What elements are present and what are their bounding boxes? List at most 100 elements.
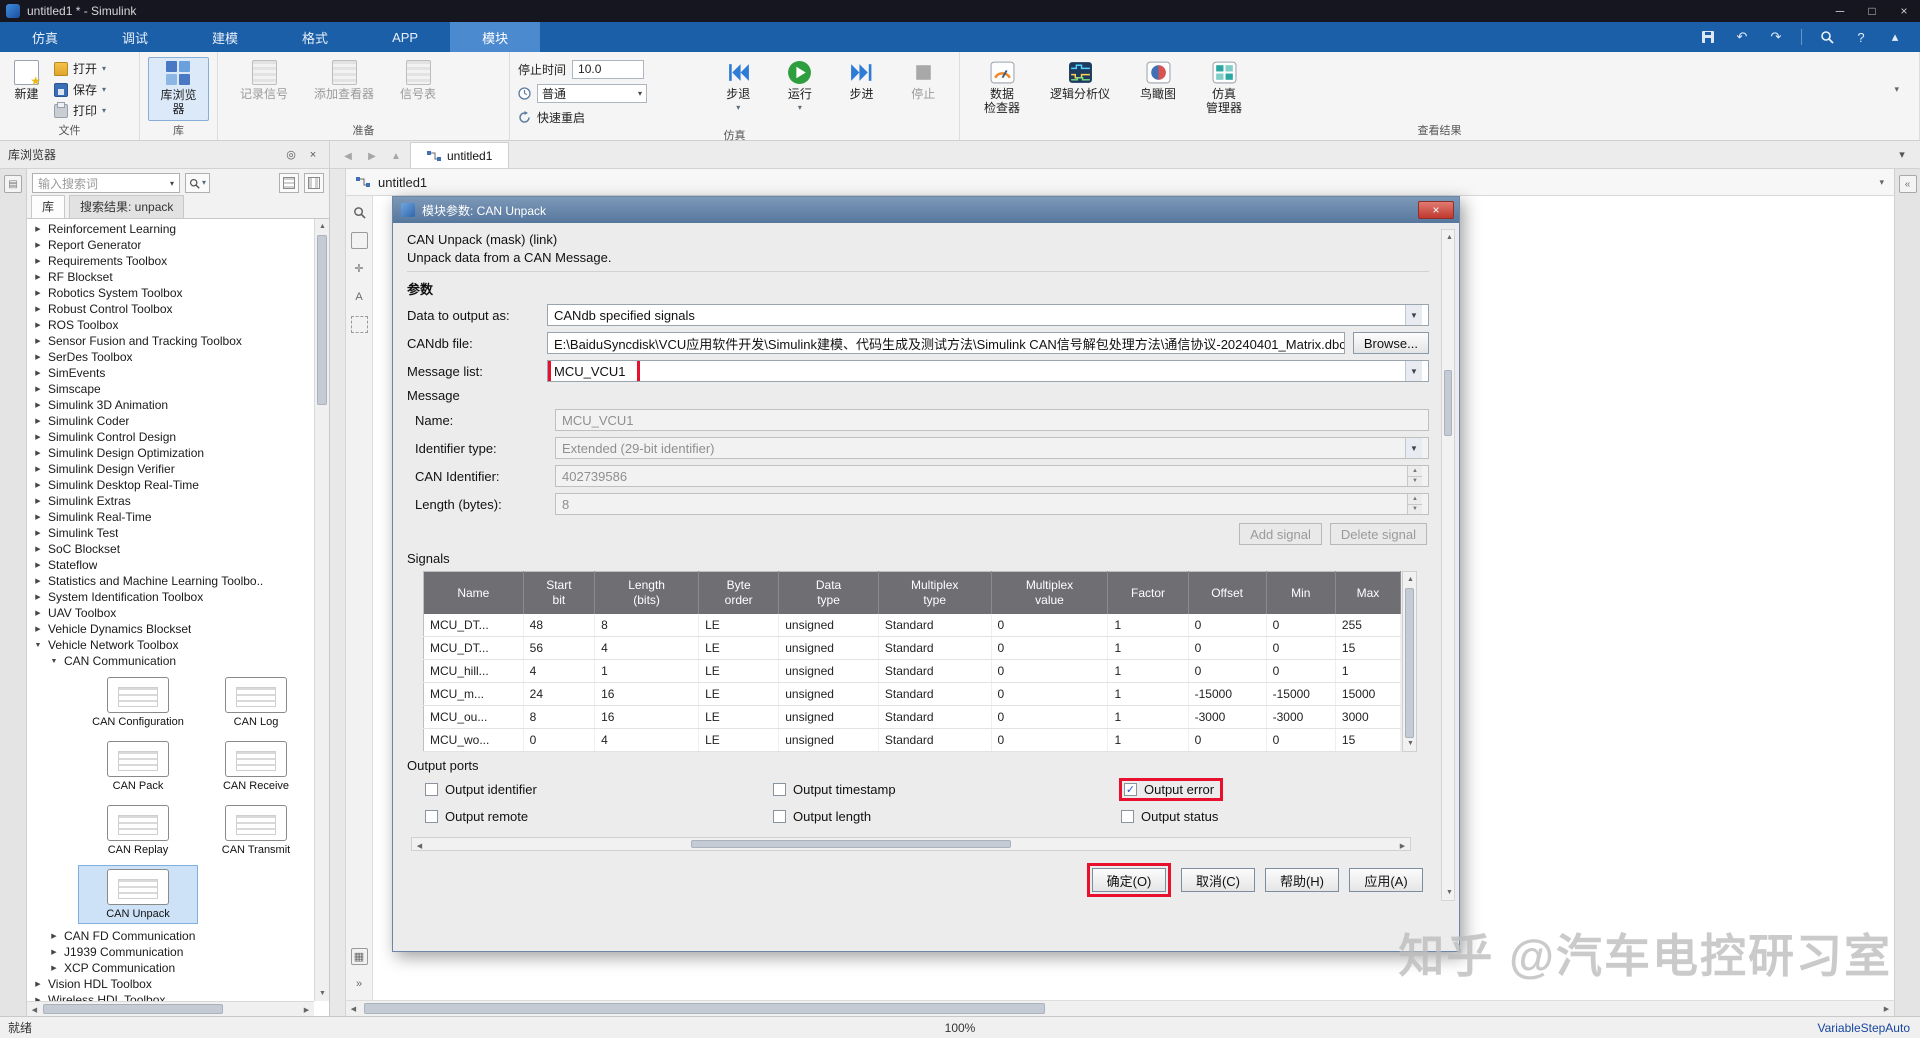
close-icon[interactable]: × [1888,0,1920,22]
fast-restart-toggle[interactable]: 快速重启 [518,107,704,127]
area-select-icon[interactable] [350,316,368,333]
tree-item-robust-control-toolbox[interactable]: ▶ Robust Control Toolbox [27,301,314,317]
document-tab-untitled1[interactable]: untitled1 [410,142,510,168]
close-panel-icon[interactable]: × [305,147,321,163]
dialog-horizontal-scrollbar[interactable]: ◀ ▶ [411,837,1411,851]
checkbox-output-timestamp[interactable]: Output timestamp [771,778,902,801]
checkbox-output-status[interactable]: Output status [1119,808,1224,825]
table-vertical-scrollbar[interactable]: ▲ ▼ [1402,571,1417,752]
forward-icon[interactable]: ▶ [362,144,382,168]
ribbon-tab-仿真[interactable]: 仿真 [0,22,90,52]
tree-item-simulink-extras[interactable]: ▶ Simulink Extras [27,493,314,509]
palette-block-can-replay[interactable]: CAN Replay [79,802,197,859]
tree-item-vehicle-dynamics-blockset[interactable]: ▶ Vehicle Dynamics Blockset [27,621,314,637]
table-row[interactable]: MCU_ou... 8 16 LE unsigned Standard 0 1 -3000 -30… [423,705,1402,729]
tree-item-statistics-and-machine-learning-toolbo-[interactable]: ▶ Statistics and Machine Learning Toolbo.… [27,573,314,589]
dialog-titlebar[interactable]: 模块参数: CAN Unpack × [393,197,1459,223]
data-to-output-select[interactable]: CANdb specified signals ▼ [547,304,1429,326]
annotation-icon[interactable]: A [351,288,368,305]
tree-item-stateflow[interactable]: ▶ Stateflow [27,557,314,573]
breadcrumb-options-icon[interactable]: ▾ [1879,177,1884,188]
tree-item-reinforcement-learning[interactable]: ▶ Reinforcement Learning [27,221,314,237]
table-row[interactable]: MCU_m... 24 16 LE unsigned Standard 0 1 -15000 -1… [423,682,1402,706]
tree-item-simulink-real-time[interactable]: ▶ Simulink Real-Time [27,509,314,525]
table-row[interactable]: MCU_wo... 0 4 LE unsigned Standard 0 1 0 0 15 [423,728,1402,752]
signal-table-button[interactable]: 信号表 [394,57,442,105]
tree-item-rf-blockset[interactable]: ▶ RF Blockset [27,269,314,285]
open-button[interactable]: 打开 ▾ [51,59,109,78]
model-hierarchy-icon[interactable]: ▤ [4,175,22,193]
simulation-manager-button[interactable]: 仿真 管理器 [1200,57,1248,119]
collapse-ribbon-icon[interactable]: ▴ [1886,28,1904,46]
checkbox-output-remote[interactable]: Output remote [423,808,534,825]
group-overflow-icon[interactable]: ▾ [1882,84,1911,95]
tree-item-j1939-communication[interactable]: ▶ J1939 Communication [27,944,314,960]
tab-library[interactable]: 库 [31,195,66,218]
panel-resize-gutter[interactable] [330,169,346,1016]
help-icon[interactable]: ? [1852,28,1870,46]
search-button[interactable]: ▾ [185,173,211,193]
palette-block-can-configuration[interactable]: CAN Configuration [79,674,197,731]
tree-item-simulink-3d-animation[interactable]: ▶ Simulink 3D Animation [27,397,314,413]
checkbox-output-length[interactable]: Output length [771,808,877,825]
palette-block-can-receive[interactable]: CAN Receive [197,738,314,795]
tree-item-system-identification-toolbox[interactable]: ▶ System Identification Toolbox [27,589,314,605]
table-row[interactable]: MCU_hill... 4 1 LE unsigned Standard 0 1 0 0 1 [423,659,1402,683]
add-signal-button[interactable]: Add signal [1239,523,1322,545]
palette-block-can-pack[interactable]: CAN Pack [79,738,197,795]
library-horizontal-scrollbar[interactable]: ◀ ▶ [27,1001,314,1016]
tree-item-ros-toolbox[interactable]: ▶ ROS Toolbox [27,317,314,333]
tree-item-vehicle-network-toolbox[interactable]: ▼ Vehicle Network Toolbox [27,637,314,653]
pan-icon[interactable]: ✛ [351,260,368,277]
back-icon[interactable]: ◀ [338,144,358,168]
checkbox-output-identifier[interactable]: Output identifier [423,778,543,801]
tree-item-sensor-fusion-and-tracking-toolbox[interactable]: ▶ Sensor Fusion and Tracking Toolbox [27,333,314,349]
delete-signal-button[interactable]: Delete signal [1329,523,1427,545]
tree-item-vision-hdl-toolbox[interactable]: ▶ Vision HDL Toolbox [27,976,314,992]
new-button[interactable]: 新建 [8,57,45,105]
tree-item-serdes-toolbox[interactable]: ▶ SerDes Toolbox [27,349,314,365]
dialog-vertical-scrollbar[interactable]: ▲ ▼ [1441,229,1455,901]
tree-item-xcp-communication[interactable]: ▶ XCP Communication [27,960,314,976]
fit-view-icon[interactable] [350,232,368,249]
log-signals-button[interactable]: 记录信号 [234,57,294,105]
tree-item-simulink-desktop-real-time[interactable]: ▶ Simulink Desktop Real-Time [27,477,314,493]
palette-block-can-unpack[interactable]: CAN Unpack [78,865,198,924]
tree-item-simulink-design-verifier[interactable]: ▶ Simulink Design Verifier [27,461,314,477]
panel-options-icon[interactable]: ▾ [1894,147,1910,163]
dialog-button-取消-c-[interactable]: 取消(C) [1181,868,1255,892]
palette-block-can-transmit[interactable]: CAN Transmit [197,802,314,859]
table-row[interactable]: MCU_DT... 48 8 LE unsigned Standard 0 1 0 0 255 [423,613,1402,637]
ribbon-tab-模块[interactable]: 模块 [450,22,541,52]
tree-item-soc-blockset[interactable]: ▶ SoC Blockset [27,541,314,557]
save-button[interactable]: 保存 ▾ [51,80,109,99]
tree-item-simscape[interactable]: ▶ Simscape [27,381,314,397]
table-row[interactable]: MCU_DT... 56 4 LE unsigned Standard 0 1 0 0 15 [423,636,1402,660]
library-browser-button[interactable]: 库浏览器 [148,57,209,121]
tree-item-robotics-system-toolbox[interactable]: ▶ Robotics System Toolbox [27,285,314,301]
tree-item-simulink-design-optimization[interactable]: ▶ Simulink Design Optimization [27,445,314,461]
simulation-mode-select[interactable]: 普通 ▾ [537,83,647,103]
step-forward-button[interactable]: 步进 [834,57,890,105]
tree-item-simevents[interactable]: ▶ SimEvents [27,365,314,381]
step-back-button[interactable]: 步退 ▾ [710,57,766,114]
dock-icon[interactable]: ◎ [283,147,299,163]
tree-item-wireless-hdl-toolbox[interactable]: ▶ Wireless HDL Toolbox [27,992,314,1001]
model-data-editor-icon[interactable]: ▦ [350,948,368,965]
tree-item-can-fd-communication[interactable]: ▶ CAN FD Communication [27,928,314,944]
browse-button[interactable]: Browse... [1352,332,1429,354]
tree-item-can-communication[interactable]: ▼ CAN Communication [27,653,314,669]
dialog-close-icon[interactable]: × [1418,201,1454,219]
data-inspector-button[interactable]: 数据 检查器 [978,57,1026,119]
dialog-button-应用-a-[interactable]: 应用(A) [1349,868,1423,892]
grid-view-button[interactable] [304,173,324,193]
tree-item-report-generator[interactable]: ▶ Report Generator [27,237,314,253]
tab-search-results[interactable]: 搜索结果: unpack [69,195,185,218]
collapse-panel-icon[interactable]: « [1898,175,1917,193]
tree-item-uav-toolbox[interactable]: ▶ UAV Toolbox [27,605,314,621]
maximize-icon[interactable]: □ [1856,0,1888,22]
birds-eye-button[interactable]: 鸟瞰图 [1134,57,1182,105]
message-list-select[interactable]: MCU_VCU1 ▼ [547,360,1429,382]
tree-item-simulink-test[interactable]: ▶ Simulink Test [27,525,314,541]
logic-analyzer-button[interactable]: 逻辑分析仪 [1044,57,1116,105]
